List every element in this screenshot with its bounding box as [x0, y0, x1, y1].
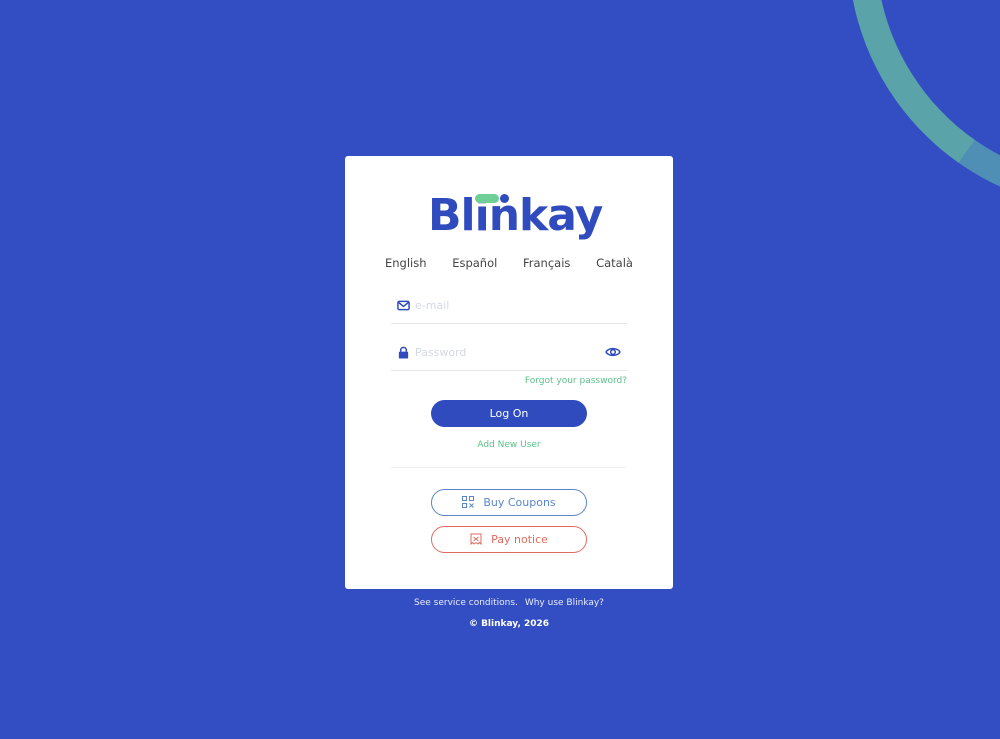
decorative-arc [806, 0, 1000, 252]
password-input[interactable] [415, 342, 595, 362]
eye-icon[interactable] [605, 345, 621, 359]
language-selector: English Español Français Català [385, 256, 633, 270]
logo-dash [475, 194, 499, 203]
envelope-icon [397, 300, 410, 311]
login-card: Blinkay English Español Français Català … [345, 156, 673, 589]
password-field [391, 336, 627, 371]
buy-coupons-label: Buy Coupons [483, 496, 556, 509]
email-input[interactable] [415, 295, 595, 315]
service-conditions-link[interactable]: See service conditions. [414, 598, 518, 608]
lock-icon [398, 346, 409, 359]
pay-notice-label: Pay notice [491, 533, 548, 546]
logo-text: Blinkay [428, 190, 603, 241]
qr-code-icon [462, 496, 475, 508]
lang-francais[interactable]: Français [523, 256, 570, 270]
forgot-password-link[interactable]: Forgot your password? [525, 376, 627, 386]
add-new-user-link[interactable]: Add New User [345, 440, 673, 450]
lang-espanol[interactable]: Español [452, 256, 497, 270]
logo-dot [500, 194, 509, 203]
copyright: © Blinkay, 2026 [468, 619, 550, 629]
buy-coupons-button[interactable]: Buy Coupons [431, 489, 587, 516]
blinkay-logo: Blinkay [428, 192, 603, 242]
ticket-icon [470, 533, 482, 545]
lang-english[interactable]: English [385, 256, 427, 270]
lang-catala[interactable]: Català [596, 256, 633, 270]
footer-links: See service conditions. Why use Blinkay? [345, 598, 673, 608]
pay-notice-button[interactable]: Pay notice [431, 526, 587, 553]
why-use-link[interactable]: Why use Blinkay? [525, 598, 604, 608]
divider [391, 467, 627, 468]
email-field [391, 289, 627, 324]
log-on-button[interactable]: Log On [431, 400, 587, 427]
